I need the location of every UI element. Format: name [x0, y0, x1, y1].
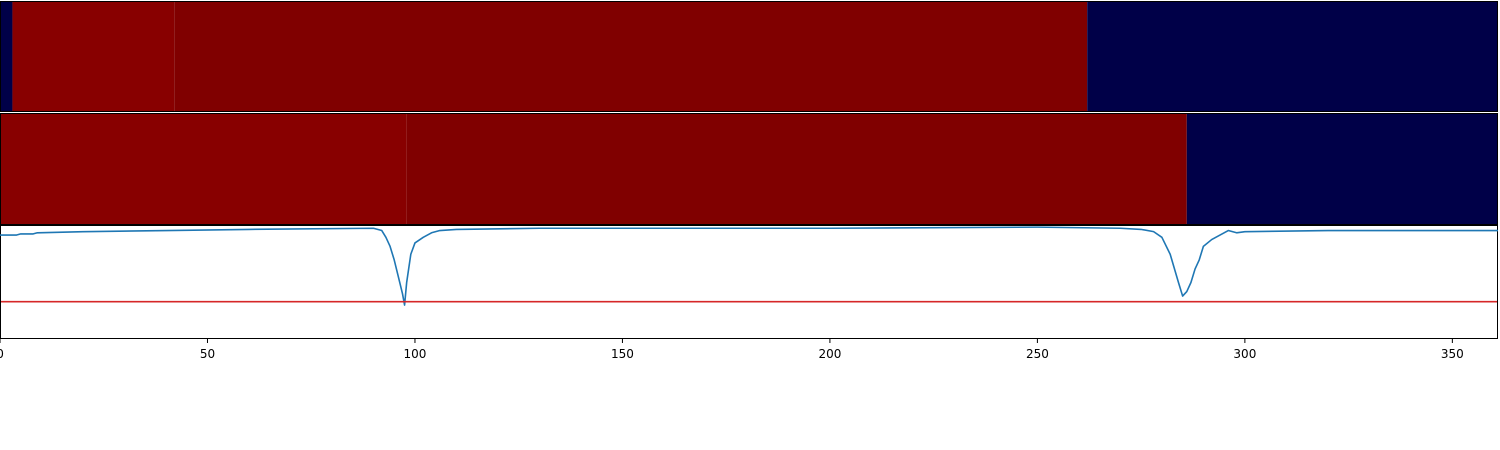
heatmap-cell-1-2: [12, 1, 175, 112]
x-tick-label: 50: [200, 347, 215, 361]
heatmap-cell-1-3: [174, 1, 1088, 112]
heatmap-cell-2-1: [0, 113, 407, 225]
line-panel: [0, 225, 1498, 339]
x-tick-label: 200: [818, 347, 841, 361]
heatmap-cell-2-3: [1186, 113, 1498, 225]
chart-figure: 0 50 100 150 200 250 300 350: [0, 1, 1498, 361]
line-panel-frame: [0, 225, 1498, 339]
heatmap-row-1: [0, 1, 1498, 112]
x-tick-label: 250: [1026, 347, 1049, 361]
x-axis: 0 50 100 150 200 250 300 350: [0, 339, 1464, 361]
x-tick-label: 300: [1233, 347, 1256, 361]
heatmap-cell-2-2: [406, 113, 1187, 225]
heatmap-cell-1-1: [0, 1, 13, 112]
x-tick-label: 150: [611, 347, 634, 361]
x-tick-label: 0: [0, 347, 4, 361]
heatmap-cell-1-4: [1087, 1, 1498, 112]
x-tick-label: 100: [404, 347, 427, 361]
x-tick-label: 350: [1441, 347, 1464, 361]
heatmap-row-2: [0, 113, 1498, 225]
